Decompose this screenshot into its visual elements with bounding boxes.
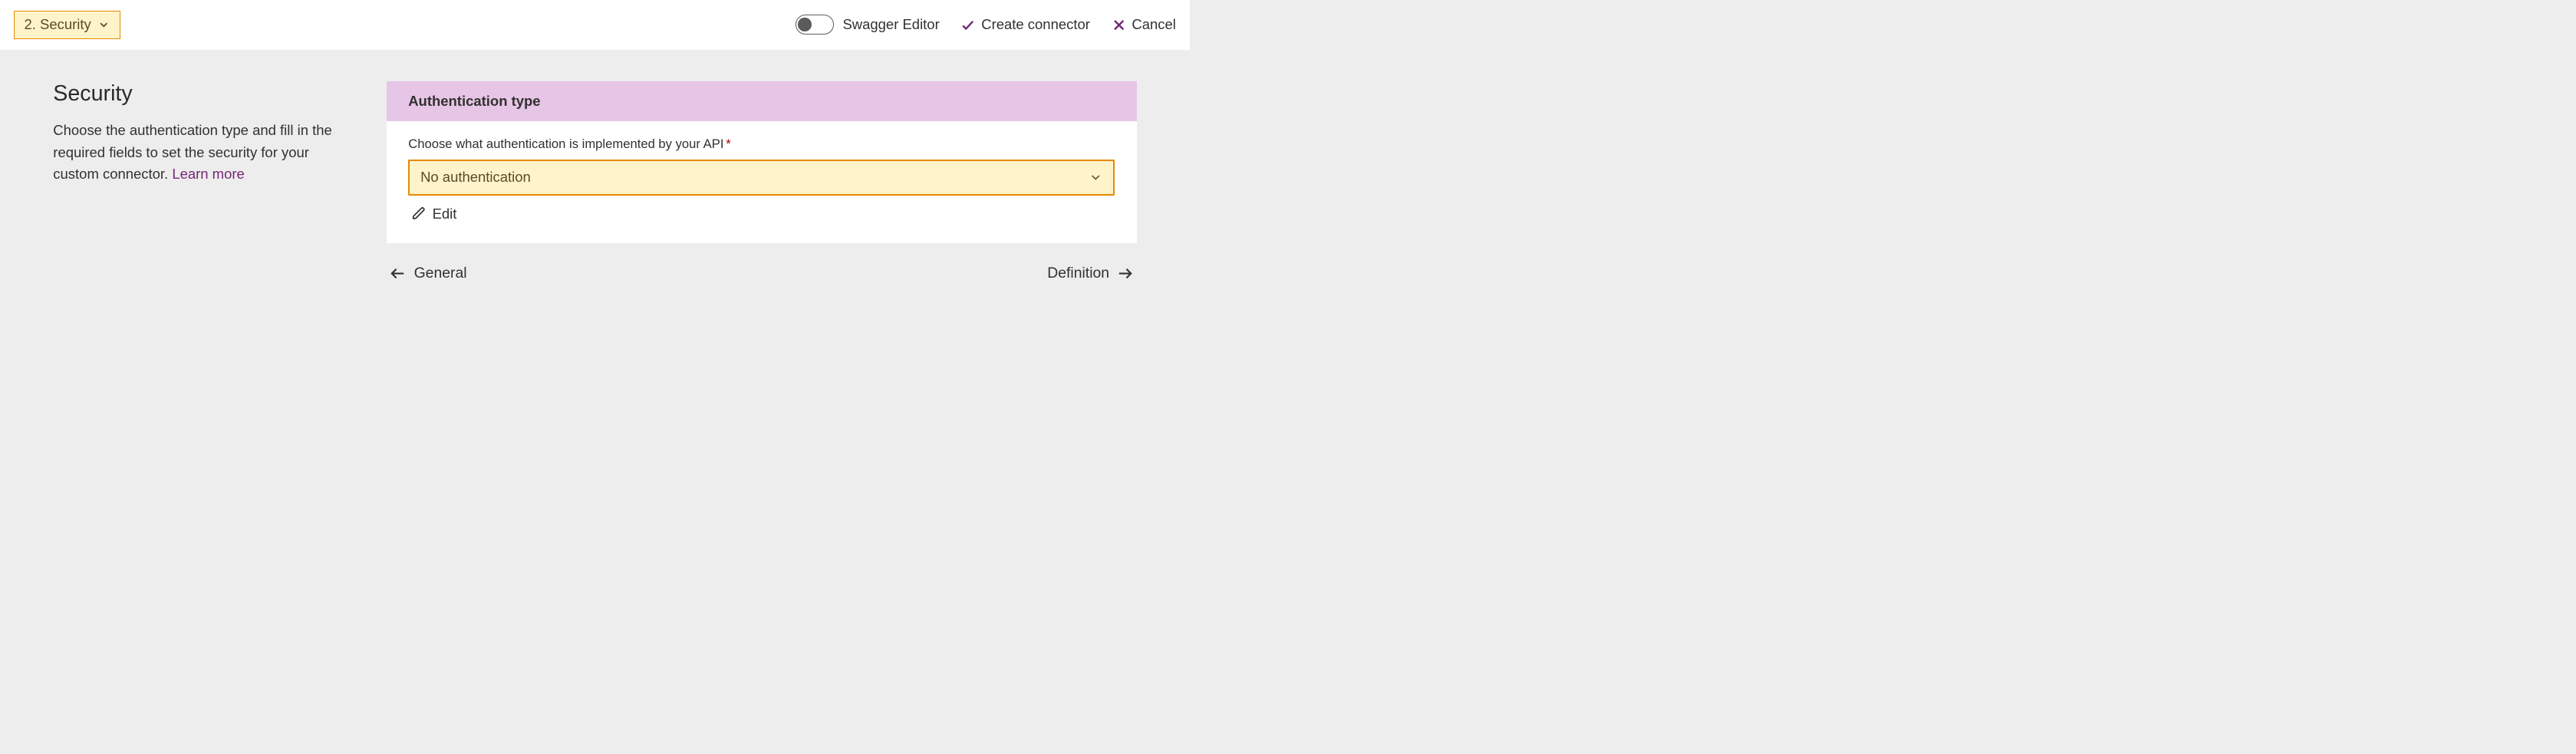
left-column: Security Choose the authentication type … [53, 81, 344, 186]
edit-label: Edit [433, 206, 457, 222]
content-area: Security Choose the authentication type … [0, 50, 1190, 297]
panel-body: Choose what authentication is implemente… [387, 121, 1138, 244]
cancel-button[interactable]: Cancel [1112, 16, 1176, 33]
cancel-label: Cancel [1132, 16, 1176, 33]
right-column: Authentication type Choose what authenti… [387, 81, 1138, 282]
pencil-icon [412, 206, 426, 220]
swagger-editor-toggle[interactable] [796, 15, 835, 35]
checkmark-icon [960, 18, 975, 32]
create-connector-button[interactable]: Create connector [960, 16, 1089, 33]
step-dropdown[interactable]: 2. Security [14, 11, 120, 39]
auth-type-selected-value: No authentication [420, 169, 531, 186]
arrow-right-icon [1116, 265, 1134, 282]
page-title: Security [53, 81, 344, 107]
auth-field-label: Choose what authentication is implemente… [408, 137, 1115, 152]
chevron-down-icon [97, 18, 110, 31]
required-indicator: * [726, 137, 730, 151]
swagger-editor-label: Swagger Editor [842, 16, 939, 33]
panel-header: Authentication type [387, 81, 1138, 121]
create-connector-label: Create connector [981, 16, 1090, 33]
prev-link-general[interactable]: General [389, 265, 466, 282]
prev-link-label: General [414, 265, 467, 282]
arrow-left-icon [389, 265, 407, 282]
auth-type-select[interactable]: No authentication [408, 160, 1115, 195]
top-right-actions: Swagger Editor Create connector Cancel [796, 15, 1176, 35]
close-icon [1112, 18, 1126, 32]
chevron-down-icon [1089, 170, 1102, 184]
auth-panel: Authentication type Choose what authenti… [387, 81, 1138, 243]
step-label: 2. Security [24, 16, 91, 33]
nav-row: General Definition [387, 265, 1138, 282]
page-description: Choose the authentication type and fill … [53, 120, 344, 186]
top-bar: 2. Security Swagger Editor Create connec… [0, 0, 1190, 50]
swagger-toggle-group: Swagger Editor [796, 15, 940, 35]
toggle-knob [798, 18, 812, 31]
next-link-definition[interactable]: Definition [1047, 265, 1134, 282]
next-link-label: Definition [1047, 265, 1109, 282]
auth-field-label-text: Choose what authentication is implemente… [408, 137, 723, 151]
edit-button[interactable]: Edit [408, 206, 456, 222]
learn-more-link[interactable]: Learn more [172, 166, 244, 182]
